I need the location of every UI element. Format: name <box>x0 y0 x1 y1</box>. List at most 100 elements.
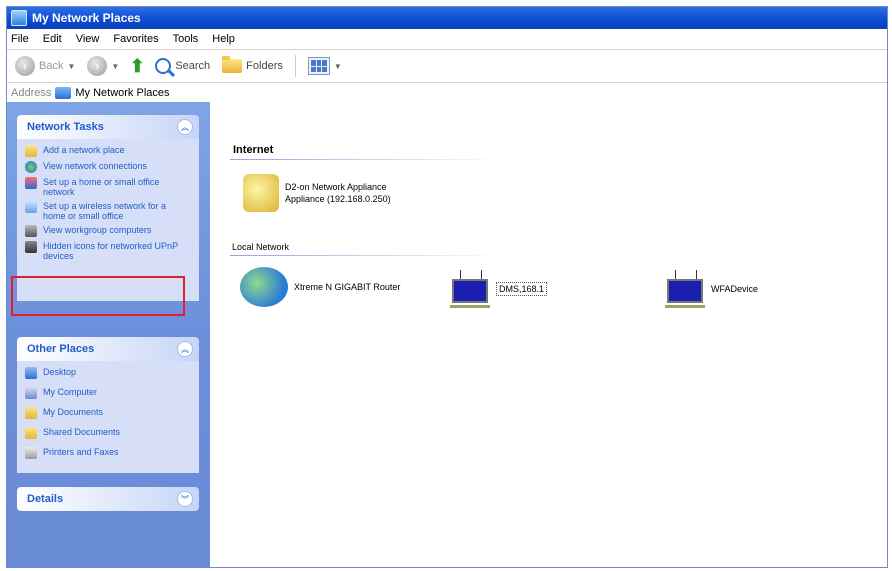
appliance-name: D2-on Network Appliance <box>285 182 387 192</box>
other-places-panel: Other Places ︽ Desktop My Computer My Do… <box>17 337 199 473</box>
folders-icon <box>222 56 243 73</box>
back-arrow-icon: ‹ <box>15 56 35 76</box>
forward-button[interactable]: › ▼ <box>83 54 123 78</box>
views-button[interactable]: ▼ <box>304 55 346 77</box>
place-label: Shared Documents <box>43 427 121 437</box>
title-bar[interactable]: My Network Places <box>7 7 887 29</box>
home-network-icon <box>25 177 37 189</box>
shared-folder-icon <box>25 427 37 439</box>
menu-view[interactable]: View <box>76 33 100 45</box>
menu-edit[interactable]: Edit <box>43 33 62 45</box>
forward-arrow-icon: › <box>87 56 108 76</box>
search-icon <box>155 58 172 74</box>
menu-file[interactable]: File <box>11 33 29 45</box>
toolbar: ‹ Back ▼ › ▼ ⬆ Search Folders ▼ <box>7 50 887 83</box>
router-label: Xtreme N GIGABIT Router <box>294 282 401 292</box>
network-connections-icon <box>25 161 37 173</box>
tv-device-icon <box>665 270 705 308</box>
menu-favorites[interactable]: Favorites <box>113 33 158 45</box>
search-button[interactable]: Search <box>151 56 214 76</box>
network-tasks-panel: Network Tasks ︽ Add a network place View… <box>17 115 199 301</box>
place-my-documents[interactable]: My Documents <box>25 407 191 419</box>
place-label: My Documents <box>43 407 104 417</box>
address-field[interactable]: My Network Places <box>55 87 170 99</box>
network-tasks-header[interactable]: Network Tasks ︽ <box>17 115 199 139</box>
printer-icon <box>25 447 37 459</box>
task-view-network-connections[interactable]: View network connections <box>25 161 191 173</box>
router-item[interactable]: Xtreme N GIGABIT Router <box>240 267 400 307</box>
computer-icon <box>25 387 37 399</box>
appliance-address: Appliance (192.168.0.250) <box>285 194 391 204</box>
wireless-network-icon <box>25 201 37 213</box>
menu-bar: File Edit View Favorites Tools Help <box>7 29 887 50</box>
dropdown-arrow-icon[interactable]: ▼ <box>67 62 75 71</box>
dms-device-item[interactable]: DMS,168.1 <box>450 270 548 308</box>
details-header[interactable]: Details ︾ <box>17 487 199 511</box>
place-printers-faxes[interactable]: Printers and Faxes <box>25 447 191 459</box>
expand-icon[interactable]: ︾ <box>177 491 193 507</box>
dms-device-label: DMS,168.1 <box>496 282 548 296</box>
views-icon <box>307 57 330 75</box>
place-desktop[interactable]: Desktop <box>25 367 191 379</box>
task-setup-home-network[interactable]: Set up a home or small office network <box>25 177 191 197</box>
toolbar-separator <box>294 55 296 77</box>
task-view-workgroup[interactable]: View workgroup computers <box>25 225 191 237</box>
group-heading-internet: Internet <box>233 144 274 156</box>
panel-title: Other Places <box>27 343 95 355</box>
wfa-device-label: WFADevice <box>711 284 759 294</box>
appliance-label: D2-on Network Appliance Appliance (192.1… <box>285 181 391 205</box>
up-folder-button[interactable]: ⬆ <box>127 56 147 76</box>
place-shared-documents[interactable]: Shared Documents <box>25 427 191 439</box>
search-label: Search <box>175 60 211 72</box>
task-add-network-place[interactable]: Add a network place <box>25 145 191 157</box>
dropdown-arrow-icon[interactable]: ▼ <box>111 62 119 71</box>
place-label: My Computer <box>43 387 98 397</box>
other-places-body: Desktop My Computer My Documents Shared … <box>17 361 199 473</box>
task-label: Set up a wireless network for a home or … <box>43 201 167 221</box>
collapse-icon[interactable]: ︽ <box>177 119 193 135</box>
folders-button[interactable]: Folders <box>218 56 287 75</box>
explorer-window: My Network Places File Edit View Favorit… <box>6 6 888 568</box>
task-label: Hidden icons for networked UPnP devices <box>43 241 178 261</box>
place-label: Desktop <box>43 367 77 377</box>
dropdown-arrow-icon[interactable]: ▼ <box>334 62 342 71</box>
documents-folder-icon <box>25 407 37 419</box>
menu-help[interactable]: Help <box>212 33 235 45</box>
task-hide-upnp-icons[interactable]: Hidden icons for networked UPnP devices <box>25 241 191 261</box>
task-pane: Network Tasks ︽ Add a network place View… <box>7 102 210 567</box>
upnp-device-icon <box>25 241 37 253</box>
group-divider <box>230 159 505 160</box>
address-bar: Address My Network Places <box>7 83 887 104</box>
file-view: Internet D2-on Network Appliance Applian… <box>210 102 887 567</box>
workgroup-icon <box>25 225 37 237</box>
network-places-icon <box>55 87 72 99</box>
collapse-icon[interactable]: ︽ <box>177 341 193 357</box>
task-setup-wireless-network[interactable]: Set up a wireless network for a home or … <box>25 201 191 221</box>
place-my-computer[interactable]: My Computer <box>25 387 191 399</box>
place-label: Printers and Faxes <box>43 447 119 457</box>
network-places-icon <box>11 10 27 26</box>
internet-appliance-item[interactable]: D2-on Network Appliance Appliance (192.1… <box>243 174 391 212</box>
other-places-header[interactable]: Other Places ︽ <box>17 337 199 361</box>
back-label: Back <box>39 60 64 72</box>
menu-tools[interactable]: Tools <box>173 33 199 45</box>
window-title: My Network Places <box>32 11 141 25</box>
task-label: View workgroup computers <box>43 225 152 235</box>
task-label: Add a network place <box>43 145 125 155</box>
group-divider <box>230 255 505 256</box>
panel-title: Details <box>27 493 64 505</box>
task-label: View network connections <box>43 161 147 171</box>
desktop-icon <box>25 367 37 379</box>
router-globe-icon <box>240 267 288 307</box>
address-value: My Network Places <box>75 87 170 99</box>
task-label: Set up a home or small office network <box>43 177 160 197</box>
tv-device-icon <box>450 270 490 308</box>
appliance-icon <box>243 174 279 212</box>
panel-title: Network Tasks <box>27 121 104 133</box>
add-network-place-icon <box>25 145 37 157</box>
wfa-device-item[interactable]: WFADevice <box>665 270 758 308</box>
back-button[interactable]: ‹ Back ▼ <box>11 54 79 78</box>
folders-label: Folders <box>246 60 283 72</box>
highlight-box <box>11 276 185 316</box>
address-label: Address <box>11 87 52 99</box>
